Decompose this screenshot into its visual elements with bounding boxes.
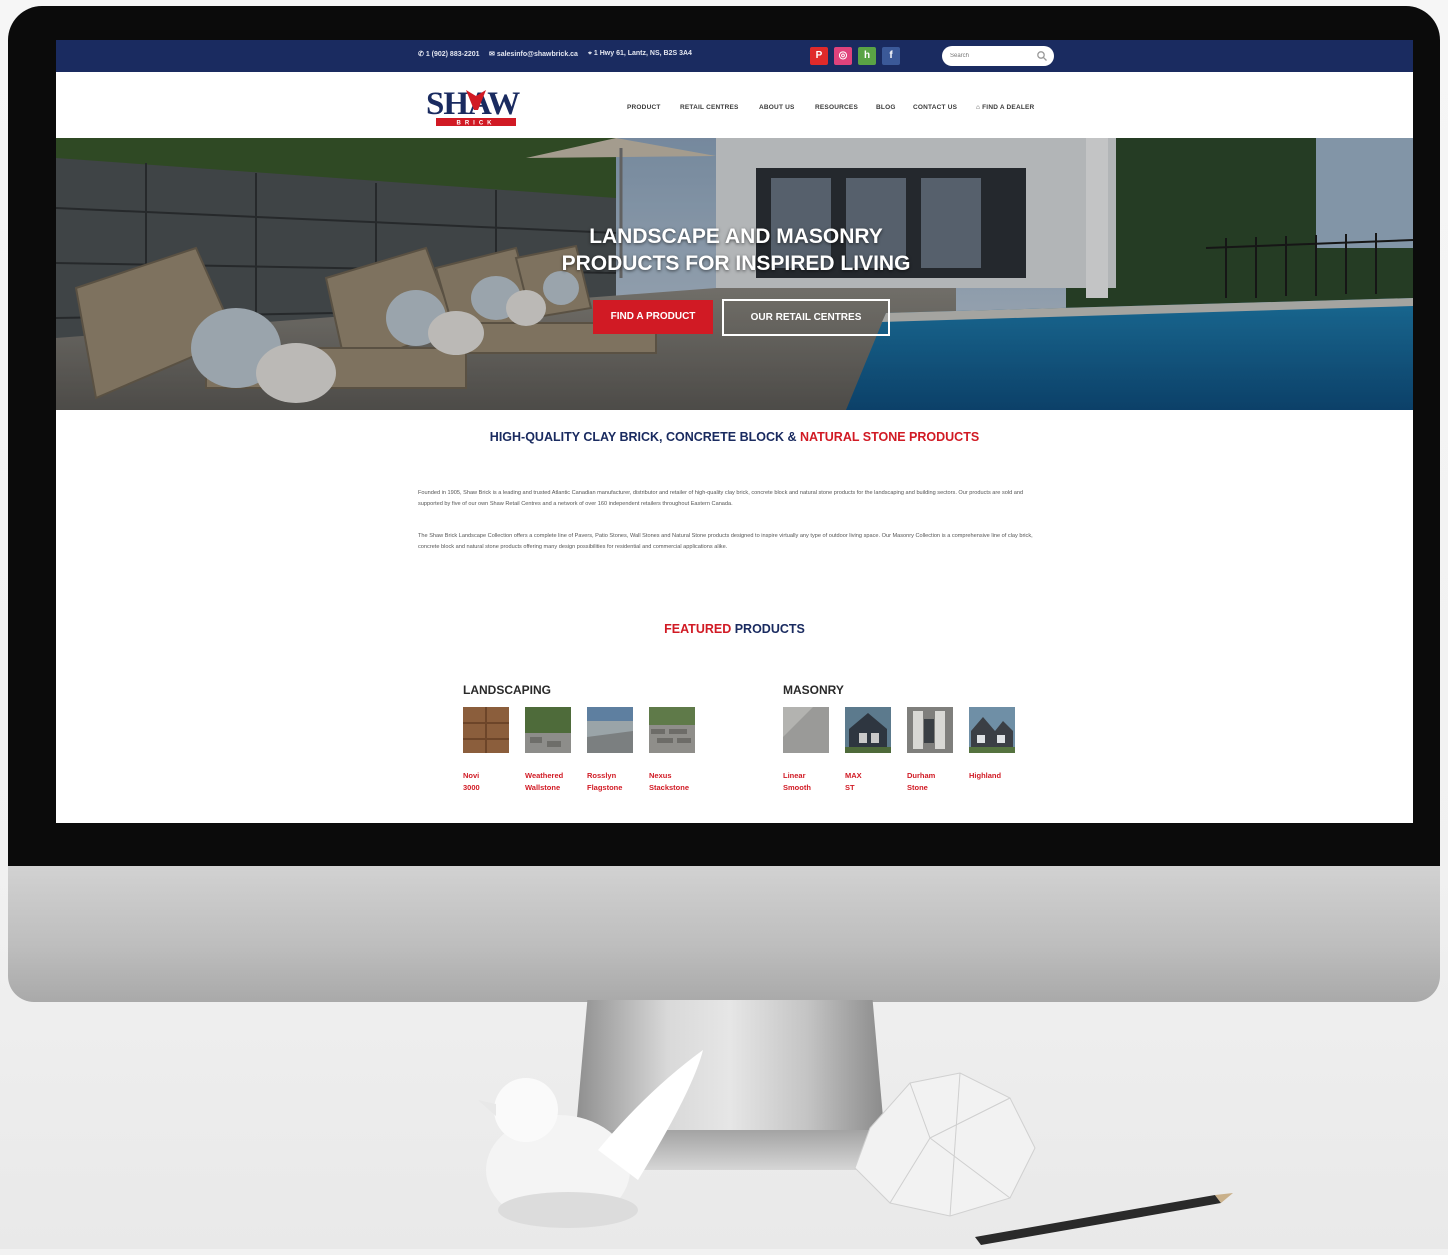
svg-text:BRICK: BRICK — [457, 121, 496, 127]
product-label-novi-3000[interactable]: Novi 3000 — [463, 770, 519, 794]
phone-icon: ✆ — [418, 51, 426, 58]
product-thumb-max-st[interactable] — [845, 707, 891, 753]
product-thumb-highland[interactable] — [969, 707, 1015, 753]
phone-link[interactable]: ✆ 1 (902) 883-2201 — [418, 50, 480, 58]
intro-paragraph-2: The Shaw Brick Landscape Collection offe… — [418, 533, 1033, 550]
product-thumb-weathered-wallstone[interactable] — [525, 707, 571, 753]
search-icon[interactable] — [1036, 50, 1048, 62]
product-label-max-st[interactable]: MAX ST — [845, 770, 901, 794]
product-thumb-rosslyn-flagstone[interactable] — [587, 707, 633, 753]
pinterest-icon[interactable]: P — [810, 47, 828, 65]
nav-contact-us[interactable]: CONTACT US — [913, 104, 957, 111]
masonry-title: MASONRY — [783, 683, 844, 697]
monitor-chin — [8, 866, 1440, 1002]
top-contact-bar: ✆ 1 (902) 883-2201 ✉ salesinfo@shawbrick… — [56, 40, 1413, 72]
product-thumb-novi-3000[interactable] — [463, 707, 509, 753]
email-link[interactable]: ✉ salesinfo@shawbrick.ca — [489, 50, 578, 58]
nav-find-a-dealer[interactable]: ⌂ FIND A DEALER — [976, 104, 1034, 111]
featured-products-heading: FEATURED PRODUCTS — [664, 622, 805, 636]
nav-retail-centres[interactable]: RETAIL CENTRES — [680, 104, 739, 111]
product-label-weathered-wallstone[interactable]: Weathered Wallstone — [525, 770, 581, 794]
intro-headline: HIGH-QUALITY CLAY BRICK, CONCRETE BLOCK … — [489, 430, 980, 444]
product-label-highland[interactable]: Highland — [969, 770, 1025, 782]
address-text: ⌖ 1 Hwy 61, Lantz, NS, B2S 3A4 — [588, 50, 692, 57]
product-label-durham-stone[interactable]: Durham Stone — [907, 770, 963, 794]
intro-paragraph-1: Founded in 1905, Shaw Brick is a leading… — [418, 490, 1024, 507]
nav-product[interactable]: PRODUCT — [627, 104, 661, 111]
ceramic-bird-figurine — [478, 1050, 703, 1228]
find-a-product-button[interactable]: FIND A PRODUCT — [593, 300, 713, 334]
hero-title: LANDSCAPE AND MASONRY PRODUCTS FOR INSPI… — [561, 225, 911, 275]
search-box[interactable] — [942, 46, 1054, 66]
pencil — [975, 1193, 1233, 1245]
product-thumb-linear-smooth[interactable] — [783, 707, 829, 753]
shaw-brick-logo[interactable]: SHAW BRICK — [426, 82, 522, 130]
product-label-linear-smooth[interactable]: Linear Smooth — [783, 770, 839, 794]
website-screen: ✆ 1 (902) 883-2201 ✉ salesinfo@shawbrick… — [56, 40, 1413, 823]
product-thumb-durham-stone[interactable] — [907, 707, 953, 753]
hero-banner: LANDSCAPE AND MASONRY PRODUCTS FOR INSPI… — [56, 138, 1413, 410]
instagram-icon[interactable]: ◎ — [834, 47, 852, 65]
nav-blog[interactable]: BLOG — [876, 104, 896, 111]
houzz-icon[interactable]: h — [858, 47, 876, 65]
email-icon: ✉ — [489, 51, 497, 58]
search-input[interactable] — [950, 50, 1030, 62]
our-retail-centres-button[interactable]: OUR RETAIL CENTRES — [722, 299, 890, 336]
nav-about-us[interactable]: ABOUT US — [759, 104, 795, 111]
facebook-icon[interactable]: f — [882, 47, 900, 65]
product-label-rosslyn-flagstone[interactable]: Rosslyn Flagstone — [587, 770, 643, 794]
nav-resources[interactable]: RESOURCES — [815, 104, 858, 111]
landscaping-title: LANDSCAPING — [463, 683, 552, 697]
main-navbar: SHAW BRICK PRODUCT RETAIL CENTRES ABOUT … — [56, 72, 1413, 138]
product-thumb-nexus-stackstone[interactable] — [649, 707, 695, 753]
product-label-nexus-stackstone[interactable]: Nexus Stackstone — [649, 770, 705, 794]
